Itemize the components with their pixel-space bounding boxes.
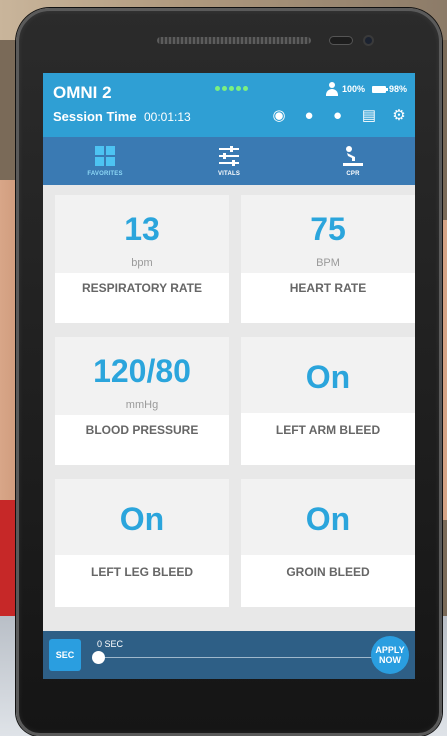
battery-icon [371, 85, 388, 93]
card-left-arm-bleed[interactable]: On LEFT ARM BLEED [241, 337, 415, 465]
device-battery: 98% [388, 84, 407, 94]
card-heart-rate[interactable]: 75 BPM HEART RATE [241, 195, 415, 323]
delay-value: 0 SEC [97, 639, 124, 649]
screen: OMNI 2 100% 98% Session Time 00:01:13 ◉ … [43, 73, 415, 679]
chat-icon[interactable]: ▤ [359, 107, 379, 125]
apply-now-button[interactable]: APPLY NOW [371, 636, 409, 674]
tab-label: FAVORITES [87, 171, 123, 177]
card-label: LEFT LEG BLEED [55, 555, 229, 607]
card-label: GROIN BLEED [241, 555, 415, 607]
voice-icon[interactable]: ◉ [269, 107, 289, 125]
app-header: OMNI 2 100% 98% Session Time 00:01:13 ◉ … [43, 73, 415, 137]
battery-status: 100% 98% [325, 82, 407, 96]
card-value: On [119, 501, 165, 537]
cpr-icon [341, 145, 365, 169]
user-battery: 100% [341, 84, 365, 94]
connection-indicator [215, 86, 248, 91]
speaker-grille [157, 37, 311, 44]
tab-label: VITALS [217, 171, 241, 177]
app-title: OMNI 2 [53, 83, 112, 102]
session-time-value: 00:01:13 [144, 110, 191, 124]
palette-icon[interactable]: ● [299, 107, 319, 125]
delay-slider-track[interactable] [98, 657, 376, 658]
card-value: On [305, 359, 351, 395]
card-label: HEART RATE [241, 273, 415, 323]
card-value: 120/80 [93, 353, 191, 389]
card-blood-pressure[interactable]: 120/80 mmHg BLOOD PRESSURE [55, 337, 229, 465]
group-icon[interactable]: ● [329, 107, 349, 125]
sliders-icon [217, 145, 241, 169]
timing-bar: SEC 0 SEC APPLY NOW [43, 631, 415, 679]
card-value: 13 [124, 211, 160, 247]
card-left-leg-bleed[interactable]: On LEFT LEG BLEED [55, 479, 229, 607]
front-camera [363, 35, 374, 46]
delay-slider-thumb[interactable] [92, 651, 105, 664]
tab-bar: FAVORITES VITALS CPR [43, 137, 415, 185]
tablet-device: OMNI 2 100% 98% Session Time 00:01:13 ◉ … [16, 8, 442, 736]
card-respiratory-rate[interactable]: 13 bpm RESPIRATORY RATE [55, 195, 229, 323]
gear-icon[interactable]: ⚙ [389, 107, 409, 125]
tab-favorites[interactable]: FAVORITES [43, 137, 167, 185]
card-label: BLOOD PRESSURE [55, 415, 229, 465]
card-unit: mmHg [125, 399, 159, 411]
card-label: RESPIRATORY RATE [55, 273, 229, 323]
user-icon [325, 82, 339, 96]
card-unit: bpm [131, 257, 153, 269]
sec-button[interactable]: SEC [49, 639, 81, 671]
session-time-label: Session Time [53, 109, 137, 124]
card-label: LEFT ARM BLEED [241, 413, 415, 465]
card-groin-bleed[interactable]: On GROIN BLEED [241, 479, 415, 607]
tab-label: CPR [346, 171, 360, 177]
card-value: 75 [310, 211, 346, 247]
card-value: On [305, 501, 351, 537]
tab-cpr[interactable]: CPR [291, 137, 415, 185]
tab-vitals[interactable]: VITALS [167, 137, 291, 185]
card-unit: BPM [316, 257, 340, 269]
header-actions: ◉ ● ● ▤ ⚙ [269, 107, 409, 125]
grid-icon [94, 145, 116, 169]
proximity-sensor [329, 36, 353, 45]
